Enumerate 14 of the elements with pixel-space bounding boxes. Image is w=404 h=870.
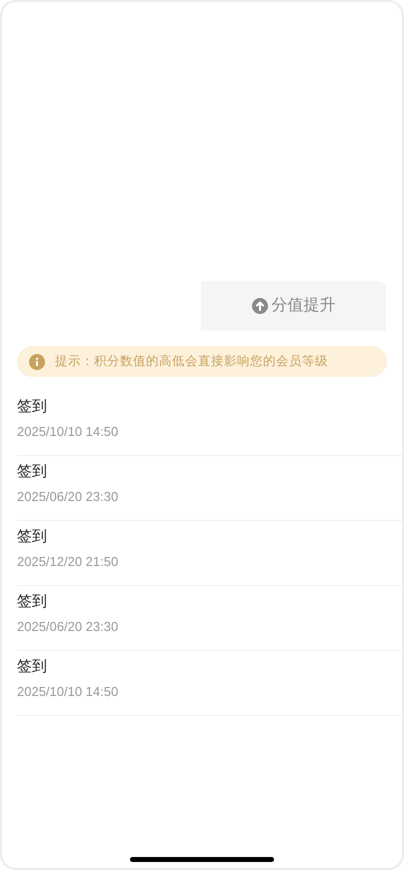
arrow-up-icon <box>252 298 268 314</box>
record-time: 2025/12/20 21:50 <box>17 554 118 570</box>
record-title: 签到 <box>17 592 47 612</box>
record-title: 签到 <box>17 657 47 677</box>
upgrade-button[interactable]: 分值提升 <box>201 281 386 331</box>
notice-text: 提示：积分数值的高低会直接影响您的会员等级 <box>55 353 328 370</box>
record-time: 2025/10/10 14:50 <box>17 684 118 700</box>
record-time: 2025/10/10 14:50 <box>17 424 118 440</box>
info-icon <box>29 354 45 370</box>
record-title: 签到 <box>17 527 47 547</box>
record-time: 2025/06/20 23:30 <box>17 489 118 505</box>
record-title: 签到 <box>17 462 47 482</box>
record-title: 签到 <box>17 397 47 417</box>
record-time: 2025/06/20 23:30 <box>17 619 118 635</box>
